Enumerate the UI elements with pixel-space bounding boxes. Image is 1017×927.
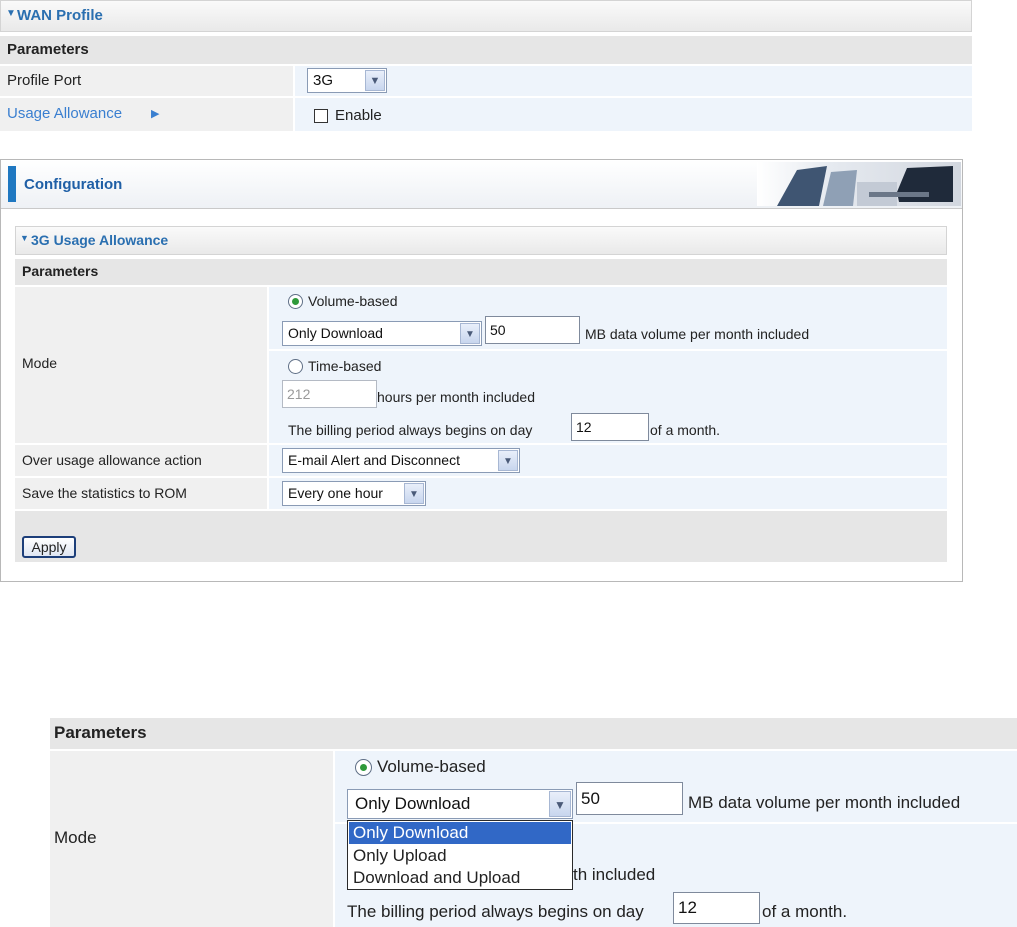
zoom-direction-select[interactable]: Only Download ▼ bbox=[347, 789, 573, 819]
over-usage-select[interactable]: E-mail Alert and Disconnect ▼ bbox=[282, 448, 520, 473]
zoom-volume-based-label: Volume-based bbox=[377, 757, 486, 776]
enable-label: Enable bbox=[335, 107, 382, 124]
time-based-label: Time-based bbox=[308, 358, 382, 374]
banner-graphic-icon bbox=[757, 162, 961, 206]
dropdown-option[interactable]: Only Upload bbox=[349, 845, 571, 867]
configuration-banner: Configuration bbox=[1, 160, 962, 209]
params-header: Parameters bbox=[15, 259, 947, 285]
volume-input[interactable]: 50 bbox=[485, 316, 580, 344]
params-header: Parameters bbox=[0, 36, 972, 64]
arrow-right-icon: ▶ bbox=[151, 108, 160, 120]
zoom-mode-row-label: Mode bbox=[50, 751, 333, 927]
billing-suffix: of a month. bbox=[650, 422, 721, 438]
usage-allowance-link[interactable]: Usage Allowance bbox=[7, 105, 122, 122]
save-stats-row-label: Save the statistics to ROM bbox=[15, 478, 267, 509]
usage-allowance-title: 3G Usage Allowance bbox=[31, 232, 169, 248]
apply-row bbox=[15, 511, 947, 562]
chevron-down-icon: ▼ bbox=[498, 450, 518, 471]
usage-allowance-row-label[interactable]: Usage Allowance ▶ bbox=[0, 98, 293, 131]
zoom-billing-prefix: The billing period always begins on day bbox=[347, 902, 644, 921]
mode-row-label: Mode bbox=[15, 287, 267, 443]
wan-profile-header[interactable]: ▼ WAN Profile bbox=[0, 0, 972, 32]
dropdown-option[interactable]: Download and Upload bbox=[349, 867, 571, 889]
zoom-hours-suffix-fragment: th included bbox=[573, 865, 656, 884]
time-based-radio[interactable] bbox=[288, 359, 303, 374]
volume-suffix: MB data volume per month included bbox=[585, 326, 810, 342]
profile-port-select[interactable]: 3G ▼ bbox=[307, 68, 387, 93]
zoom-volume-suffix: MB data volume per month included bbox=[688, 793, 961, 812]
save-stats-select[interactable]: Every one hour ▼ bbox=[282, 481, 426, 506]
chevron-down-icon: ▼ bbox=[460, 323, 480, 344]
configuration-title: Configuration bbox=[24, 176, 123, 193]
direction-select[interactable]: Only Download ▼ bbox=[282, 321, 482, 346]
billing-day-input[interactable]: 12 bbox=[571, 413, 649, 441]
dropdown-option[interactable]: Only Download bbox=[349, 822, 571, 844]
chevron-down-icon: ▼ bbox=[549, 791, 571, 817]
zoom-volume-input[interactable]: 50 bbox=[576, 782, 683, 815]
collapse-triangle-icon: ▼ bbox=[20, 233, 29, 243]
hours-suffix: hours per month included bbox=[377, 389, 535, 405]
zoom-billing-day-input[interactable]: 12 bbox=[673, 892, 760, 924]
volume-based-radio[interactable] bbox=[288, 294, 303, 309]
enable-checkbox[interactable] bbox=[314, 109, 328, 123]
volume-based-label: Volume-based bbox=[308, 293, 398, 309]
collapse-triangle-icon: ▼ bbox=[6, 8, 16, 19]
usage-allowance-header[interactable]: ▼ 3G Usage Allowance bbox=[15, 226, 947, 255]
chevron-down-icon: ▼ bbox=[404, 483, 424, 504]
zoom-billing-suffix: of a month. bbox=[762, 902, 848, 921]
zoom-params-header: Parameters bbox=[50, 718, 1017, 749]
billing-prefix: The billing period always begins on day bbox=[288, 422, 533, 438]
hours-input[interactable]: 212 bbox=[282, 380, 377, 408]
chevron-down-icon: ▼ bbox=[365, 70, 385, 91]
accent-bar bbox=[8, 166, 16, 202]
wan-profile-title: WAN Profile bbox=[17, 7, 103, 24]
zoom-volume-based-radio[interactable] bbox=[355, 759, 372, 776]
profile-port-row-label: Profile Port bbox=[0, 66, 293, 96]
over-usage-row-label: Over usage allowance action bbox=[15, 445, 267, 476]
usage-allowance-row-value bbox=[295, 98, 972, 131]
apply-button[interactable]: Apply bbox=[22, 536, 76, 558]
profile-port-row-value bbox=[295, 66, 972, 96]
direction-dropdown-list: Only Download Only Upload Download and U… bbox=[347, 820, 573, 890]
